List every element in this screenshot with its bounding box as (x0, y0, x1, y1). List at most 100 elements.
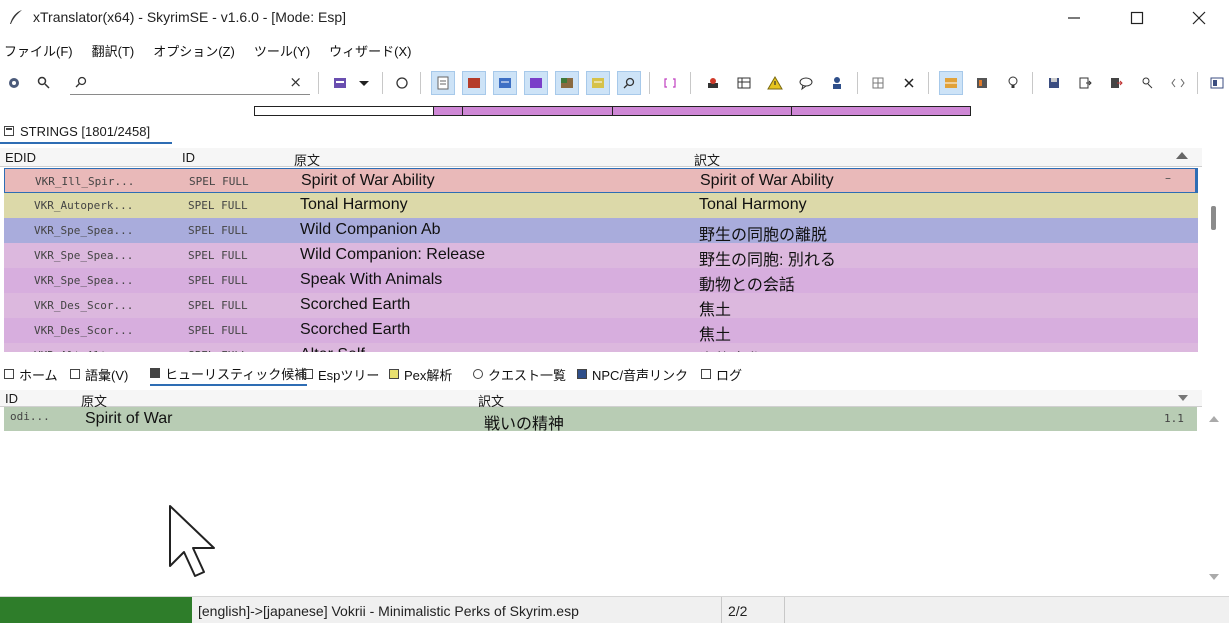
table-row[interactable]: VKR_Des_Scor... SPEL FULL Scorched Earth 焦土 (4, 318, 1198, 344)
filter-search-button[interactable] (617, 71, 641, 95)
sort-arrow-icon[interactable] (1176, 152, 1188, 159)
column-id[interactable]: ID (5, 391, 18, 406)
tab-esp-tree[interactable]: Espツリー (303, 362, 379, 386)
tab-heuristic[interactable]: ヒューリスティック候補 (150, 362, 308, 386)
grid-button[interactable] (866, 71, 890, 95)
find-replace-button[interactable] (32, 71, 56, 95)
move-button[interactable] (1104, 71, 1128, 95)
filter-mixed-button[interactable] (555, 71, 579, 95)
search-input[interactable] (92, 73, 282, 91)
user-search-button[interactable] (1135, 71, 1159, 95)
column-edid[interactable]: EDID (5, 150, 36, 165)
code-icon (1171, 78, 1185, 88)
filter-all-button[interactable] (431, 71, 455, 95)
toolbar-separator (690, 72, 691, 94)
filter-red-button[interactable] (462, 71, 486, 95)
person-button[interactable] (825, 71, 849, 95)
import-button[interactable] (1073, 71, 1097, 95)
table-row[interactable]: VKR_Spe_Spea... SPEL FULL Speak With Anima… (4, 268, 1198, 294)
table-row[interactable]: VKR_Autoperk... SPEL FULL Tonal Harmony Ton… (4, 193, 1198, 218)
gear-button[interactable] (2, 71, 26, 95)
filter-blue-button[interactable] (493, 71, 517, 95)
strings-tab[interactable]: STRINGS [1801/2458] (0, 120, 172, 144)
log-icon (701, 369, 711, 379)
cell-source: Alter Self (300, 346, 365, 352)
column-source[interactable]: 原文 (294, 150, 320, 169)
cell-score: 1.1 (1164, 412, 1184, 425)
refresh-button[interactable] (390, 71, 414, 95)
scrollbar-thumb[interactable] (1211, 206, 1216, 230)
table-button[interactable] (732, 71, 756, 95)
column-dest[interactable]: 訳文 (694, 150, 720, 169)
mouse-cursor-icon (169, 505, 215, 577)
person-icon (833, 77, 841, 89)
maximize-icon (1130, 11, 1144, 25)
status-count: 2/2 (728, 603, 748, 619)
export-button[interactable] (970, 71, 994, 95)
scroll-up-arrow-icon[interactable] (1209, 416, 1219, 422)
panel-icon (1210, 77, 1224, 89)
cell-edid: VKR_Alt_Alt... (34, 349, 127, 352)
search-box[interactable]: × (70, 71, 310, 95)
table-row[interactable]: VKR_Spe_Spea... SPEL FULL Wild Companion: … (4, 243, 1198, 269)
save-button[interactable] (1042, 71, 1066, 95)
table-row[interactable]: VKR_Spe_Spea... SPEL FULL Wild Companion A… (4, 218, 1198, 244)
minimize-button[interactable] (1043, 0, 1105, 36)
hint-button[interactable] (1001, 71, 1025, 95)
tab-quests[interactable]: クエスト一覧 (473, 362, 566, 386)
menu-tools[interactable]: ツール(Y) (254, 41, 310, 60)
tab-pex[interactable]: Pex解析 (389, 362, 452, 386)
table-row[interactable]: VKR_Alt_Alt... SPEL FULL Alter Self 姿態変化 (4, 343, 1198, 352)
menu-file[interactable]: ファイル(F) (4, 41, 73, 60)
warning-button[interactable] (763, 71, 787, 95)
import-icon (1079, 77, 1092, 89)
toolbar-separator (649, 72, 650, 94)
menu-translate[interactable]: 翻訳(T) (92, 41, 135, 60)
toolbar-separator (318, 72, 319, 94)
brackets-icon (664, 78, 676, 88)
clear-search-button[interactable]: × (289, 73, 302, 91)
strings-title: STRINGS [1801/2458] (20, 123, 151, 139)
tab-log[interactable]: ログ (701, 362, 742, 386)
filter-purple-button[interactable] (524, 71, 548, 95)
cell-source: Scorched Earth (300, 321, 411, 338)
layout-button[interactable] (939, 71, 963, 95)
npc-icon (577, 369, 587, 379)
table-row[interactable]: VKR_Des_Scor... SPEL FULL Scorched Earth 焦土 (4, 293, 1198, 319)
cell-dest: 姿態変化 (699, 346, 763, 352)
close-button[interactable] (1168, 0, 1229, 36)
menu-options[interactable]: オプション(Z) (153, 41, 235, 60)
mode-dropdown[interactable] (352, 71, 376, 95)
cell-source: Speak With Animals (300, 271, 443, 288)
progress-tick (612, 107, 613, 115)
table-row[interactable]: VKR_Ill_Spir... SPEL FULL Spirit of War Ab… (4, 168, 1198, 193)
bottom-tabs: ホーム 語彙(V) ヒューリスティック候補 Espツリー Pex解析 クエスト一… (0, 362, 1229, 386)
filter-yellow-button[interactable] (586, 71, 610, 95)
export-icon (977, 78, 987, 88)
chevron-down-icon[interactable] (1178, 395, 1188, 401)
comment-button[interactable] (794, 71, 818, 95)
cell-edid: VKR_Des_Scor... (34, 299, 134, 312)
tab-vocabulary[interactable]: 語彙(V) (70, 362, 128, 386)
table-row[interactable]: odi... Spirit of War 戦いの精神 1.1 (4, 407, 1197, 433)
tab-home[interactable]: ホーム (4, 362, 58, 386)
tab-npc[interactable]: NPC/音声リンク (577, 362, 688, 386)
magnifier-icon (623, 77, 635, 89)
panel-button[interactable] (1205, 71, 1229, 95)
find-replace-icon (37, 76, 50, 89)
scroll-down-arrow-icon[interactable] (1209, 574, 1219, 580)
translate-button[interactable] (701, 71, 725, 95)
menu-wizard[interactable]: ウィザード(X) (329, 41, 411, 60)
maximize-button[interactable] (1106, 0, 1168, 36)
column-id[interactable]: ID (182, 150, 195, 165)
brackets-button[interactable] (658, 71, 682, 95)
cell-dest: 野生の同胞: 別れる (699, 252, 836, 269)
mode-button[interactable] (328, 71, 352, 95)
delete-button[interactable] (897, 71, 921, 95)
minimize-icon (1068, 17, 1080, 19)
cell-id: odi... (10, 410, 50, 423)
home-icon (4, 369, 14, 379)
progress-tick (433, 107, 434, 115)
code-button[interactable] (1166, 71, 1190, 95)
cell-edid: VKR_Spe_Spea... (34, 249, 134, 262)
